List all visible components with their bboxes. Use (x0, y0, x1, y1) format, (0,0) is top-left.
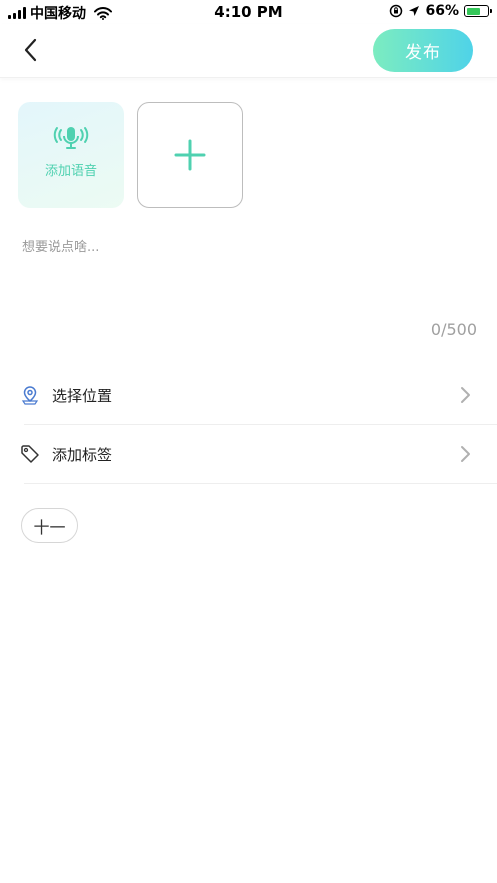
add-tag-row[interactable]: 添加标签 (20, 425, 497, 483)
battery-level (466, 7, 480, 15)
back-button[interactable] (18, 36, 46, 64)
add-voice-button[interactable]: 添加语音 (18, 102, 124, 208)
chevron-left-icon (24, 38, 37, 62)
nav-bar: 发布 (0, 24, 497, 78)
char-counter: 0/500 (430, 320, 477, 339)
tag-chip[interactable]: 十一 (21, 508, 78, 543)
add-tag-label: 添加标签 (52, 445, 113, 464)
tag-icon (20, 444, 40, 464)
location-pin-icon (20, 385, 40, 405)
battery-icon (464, 5, 492, 17)
select-location-row[interactable]: 选择位置 (20, 366, 497, 424)
microphone-icon (53, 127, 89, 149)
add-voice-label: 添加语音 (44, 164, 97, 179)
divider (24, 483, 497, 484)
location-arrow-icon (409, 6, 420, 16)
orientation-lock-icon (390, 4, 403, 18)
status-right: 66% (389, 3, 492, 19)
status-bar: 中国移动 4:10 PM 66% (0, 0, 497, 24)
battery-percent: 66% (425, 3, 459, 19)
select-location-label: 选择位置 (52, 386, 113, 405)
chevron-right-icon (461, 387, 470, 403)
chevron-right-icon (461, 446, 470, 462)
plus-icon (174, 139, 206, 171)
publish-button[interactable]: 发布 (373, 29, 473, 72)
add-media-button[interactable] (137, 102, 243, 208)
post-text-input[interactable] (22, 236, 477, 326)
